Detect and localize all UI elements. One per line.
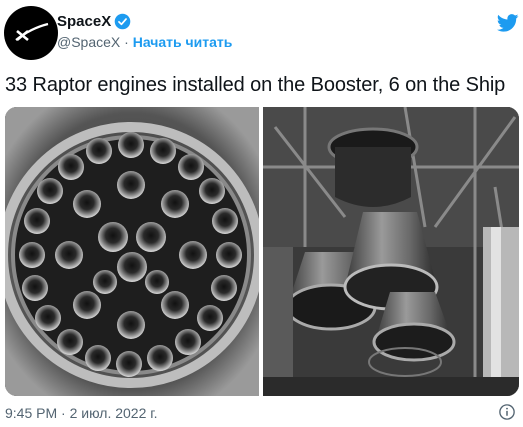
media-photos — [5, 107, 519, 396]
ship-photo — [263, 107, 519, 396]
tweet-text: 33 Raptor engines installed on the Boost… — [5, 74, 506, 96]
date-separator: · — [61, 405, 66, 421]
tweet-header: SpaceX @SpaceX · Начать читать — [0, 0, 523, 66]
account-handle[interactable]: @SpaceX — [57, 34, 120, 50]
tweet-timestamp[interactable]: 9:45 PM · 2 июл. 2022 г. — [5, 405, 158, 421]
booster-photo — [5, 107, 259, 396]
tweet-date[interactable]: 2 июл. 2022 г. — [70, 405, 158, 421]
tweet-time[interactable]: 9:45 PM — [5, 405, 57, 421]
handle-separator: · — [124, 34, 129, 50]
tweet-media[interactable] — [5, 107, 519, 396]
info-circle-icon[interactable] — [498, 403, 516, 421]
account-name[interactable]: SpaceX — [57, 13, 111, 30]
twitter-bird-icon[interactable] — [497, 14, 519, 32]
spacex-logo-icon — [15, 22, 49, 42]
account-name-row[interactable]: SpaceX — [57, 13, 131, 30]
avatar[interactable] — [4, 6, 58, 60]
handle-row: @SpaceX · Начать читать — [57, 34, 232, 50]
verified-badge-icon — [114, 13, 131, 30]
follow-link[interactable]: Начать читать — [133, 34, 233, 50]
